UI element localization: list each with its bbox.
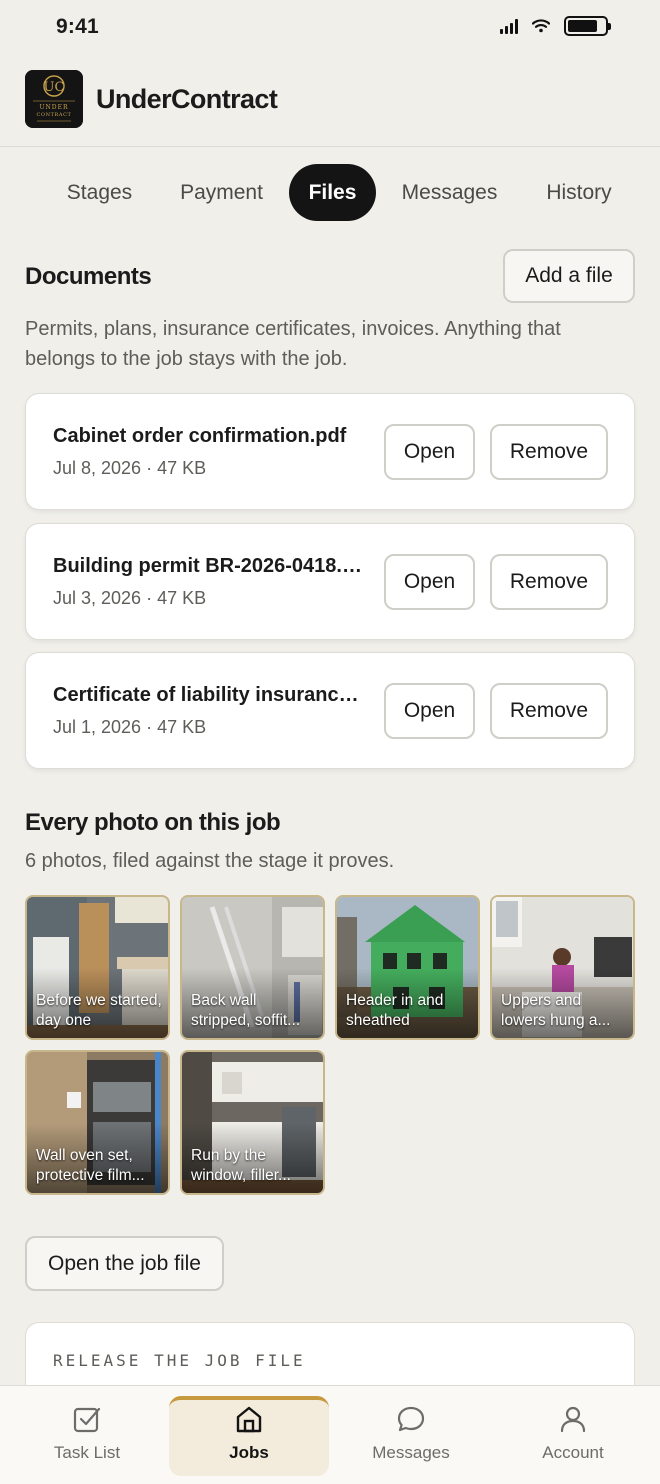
remove-document-button[interactable]: Remove [490,424,608,480]
photo-caption: Run by the window, filler... [191,1147,291,1184]
photo-caption: Wall oven set, protective film... [36,1147,145,1184]
status-time: 9:41 [56,15,99,38]
photo-caption: Header in and sheathed [346,992,444,1029]
nav-jobs[interactable]: Jobs [169,1396,329,1476]
photo-caption: Before we started, day one [36,992,162,1029]
job-photo[interactable]: Header in and sheathed [335,895,480,1040]
battery-icon [564,16,611,36]
open-job-file-button[interactable]: Open the job file [25,1236,224,1291]
chat-bubble-icon [397,1406,425,1432]
photos-heading: Every photo on this job [25,809,281,836]
document-card: Building permit BR-2026-0418.pdf Jul 3, … [25,523,635,640]
svg-text:CONTRACT: CONTRACT [37,112,72,118]
open-document-button[interactable]: Open [384,683,475,739]
app-logo: UC UNDER CONTRACT [25,70,83,128]
document-meta: Jul 1, 2026 · 47 KB [53,717,207,737]
add-file-button[interactable]: Add a file [503,249,635,303]
job-photo[interactable]: Back wall stripped, soffit... [180,895,325,1040]
nav-account[interactable]: Account [493,1396,653,1476]
nav-label: Account [542,1443,604,1462]
remove-document-button[interactable]: Remove [490,683,608,739]
nav-task-list[interactable]: Task List [7,1396,167,1476]
status-icons [500,16,611,36]
job-photo[interactable]: Before we started, day one [25,895,170,1040]
bottom-navigation: Task List Jobs Messages Account [0,1385,660,1484]
photos-subtitle: 6 photos, filed against the stage it pro… [25,850,395,872]
job-photo[interactable]: Wall oven set, protective film... [25,1050,170,1195]
photo-caption: Back wall stripped, soffit... [191,992,301,1029]
logo-mark-icon: UC UNDER CONTRACT [25,70,83,128]
tab-messages[interactable]: Messages [390,164,509,221]
cellular-signal-icon [500,18,518,34]
remove-document-button[interactable]: Remove [490,554,608,610]
app-title: UnderContract [96,84,278,114]
checkbox-icon [73,1407,101,1433]
wifi-icon [532,19,550,33]
nav-label: Jobs [229,1443,269,1462]
release-label: RELEASE THE JOB FILE [53,1351,306,1370]
job-photo[interactable]: Run by the window, filler... [180,1050,325,1195]
tab-files[interactable]: Files [289,164,376,221]
nav-label: Task List [53,1443,121,1462]
document-name: Certificate of liability insurance.pdf [53,684,365,706]
document-name: Building permit BR-2026-0418.pdf [53,555,365,577]
document-card: Certificate of liability insurance.pdf J… [25,652,635,769]
svg-text:UNDER: UNDER [39,104,68,111]
document-meta: Jul 8, 2026 · 47 KB [53,458,207,478]
tab-payment[interactable]: Payment [165,164,278,221]
photo-caption: Uppers and lowers hung a... [501,992,611,1029]
home-icon [236,1406,262,1433]
nav-label: Messages [372,1443,450,1462]
nav-messages[interactable]: Messages [331,1396,491,1476]
open-document-button[interactable]: Open [384,554,475,610]
document-name: Cabinet order confirmation.pdf [53,425,347,447]
open-document-button[interactable]: Open [384,424,475,480]
tab-history[interactable]: History [529,164,629,221]
documents-heading: Documents [25,263,152,290]
documents-description: Permits, plans, insurance certificates, … [25,318,561,370]
job-tabs: Stages Payment Files Messages History [0,164,660,221]
job-photo[interactable]: Uppers and lowers hung a... [490,895,635,1040]
document-meta: Jul 3, 2026 · 47 KB [53,588,207,608]
tab-stages[interactable]: Stages [43,164,156,221]
svg-text:UC: UC [44,80,65,95]
status-bar: 9:41 [0,0,660,54]
document-card: Cabinet order confirmation.pdf Jul 8, 20… [25,393,635,510]
person-icon [560,1406,586,1433]
app-header: UC UNDER CONTRACT UnderContract [0,54,660,147]
